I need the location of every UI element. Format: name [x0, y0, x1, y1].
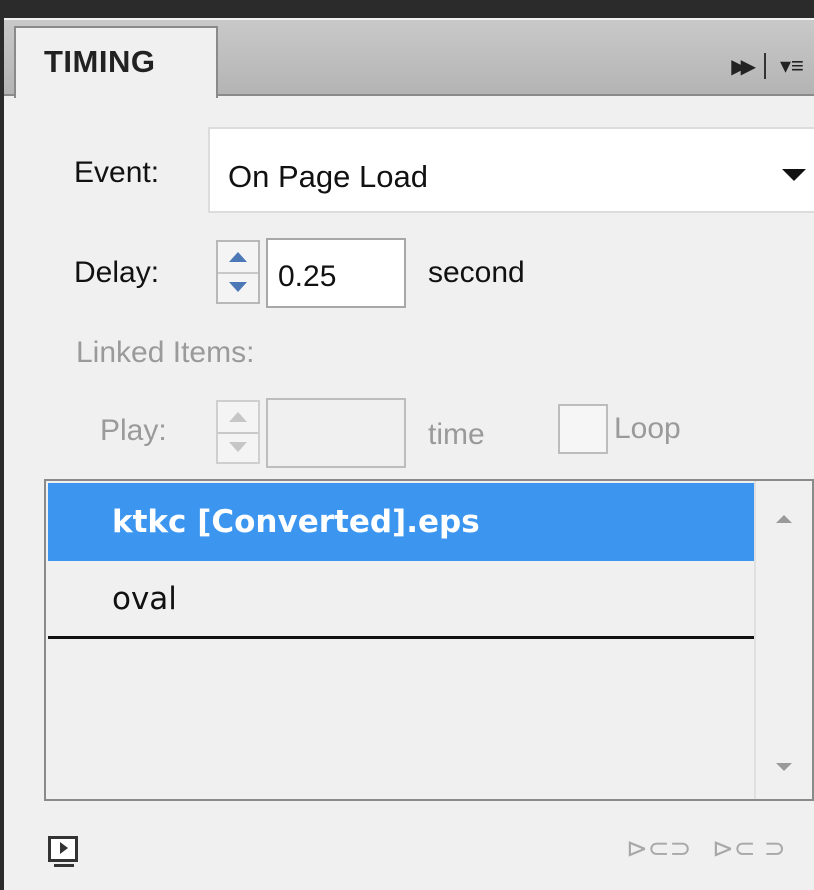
arrow-up-icon — [229, 412, 247, 422]
scroll-up-icon[interactable] — [776, 515, 792, 523]
linked-items-list: ktkc [Converted].eps oval — [44, 479, 814, 801]
timing-panel: TIMING ▶▶ ▾≡ Event: On Page Load Delay: … — [0, 0, 814, 890]
event-label: Event: — [74, 156, 160, 189]
dropdown-arrow-icon[interactable] — [782, 169, 806, 181]
arrow-down-icon — [229, 282, 247, 292]
preview-icon[interactable] — [48, 836, 78, 862]
delay-stepper[interactable] — [216, 240, 260, 304]
delay-input[interactable]: 0.25 — [266, 238, 406, 308]
link-icon[interactable]: ⊳⊂⊃ — [626, 834, 691, 864]
panel-menu-icon[interactable]: ▾≡ — [780, 53, 814, 79]
list-item[interactable]: ktkc [Converted].eps — [48, 483, 758, 561]
delay-increment-button[interactable] — [218, 242, 258, 274]
preview-icon-stand — [54, 864, 74, 867]
event-selected-value: On Page Load — [228, 159, 428, 194]
arrow-up-icon — [229, 252, 247, 262]
play-unit-label: time — [428, 418, 485, 451]
loop-checkbox[interactable] — [558, 404, 608, 454]
panel-tab-strip: TIMING ▶▶ ▾≡ — [4, 20, 814, 98]
linked-items-label: Linked Items: — [76, 336, 255, 369]
panel-tools: ▶▶ ▾≡ — [731, 48, 814, 84]
event-dropdown[interactable]: On Page Load — [208, 127, 814, 213]
play-input[interactable] — [266, 398, 406, 468]
play-increment-button[interactable] — [218, 402, 258, 434]
play-decrement-button[interactable] — [218, 432, 258, 462]
arrow-down-icon — [229, 442, 247, 452]
delay-label: Delay: — [74, 256, 160, 289]
list-item[interactable]: oval — [48, 561, 758, 639]
delay-unit-label: second — [428, 256, 525, 289]
list-scrollbar[interactable] — [754, 481, 812, 799]
unlink-icon[interactable]: ⊳⊂ ⊃ — [712, 834, 786, 864]
loop-label: Loop — [614, 412, 681, 445]
collapse-panel-icon[interactable]: ▶▶ — [731, 54, 756, 79]
tool-separator — [764, 53, 766, 79]
play-stepper[interactable] — [216, 400, 260, 464]
delay-decrement-button[interactable] — [218, 272, 258, 302]
scroll-down-icon[interactable] — [776, 763, 792, 771]
panel-bottom-bar: ⊳⊂⊃ ⊳⊂ ⊃ — [4, 810, 814, 890]
tab-timing[interactable]: TIMING — [14, 26, 218, 98]
play-label: Play: — [100, 414, 167, 447]
